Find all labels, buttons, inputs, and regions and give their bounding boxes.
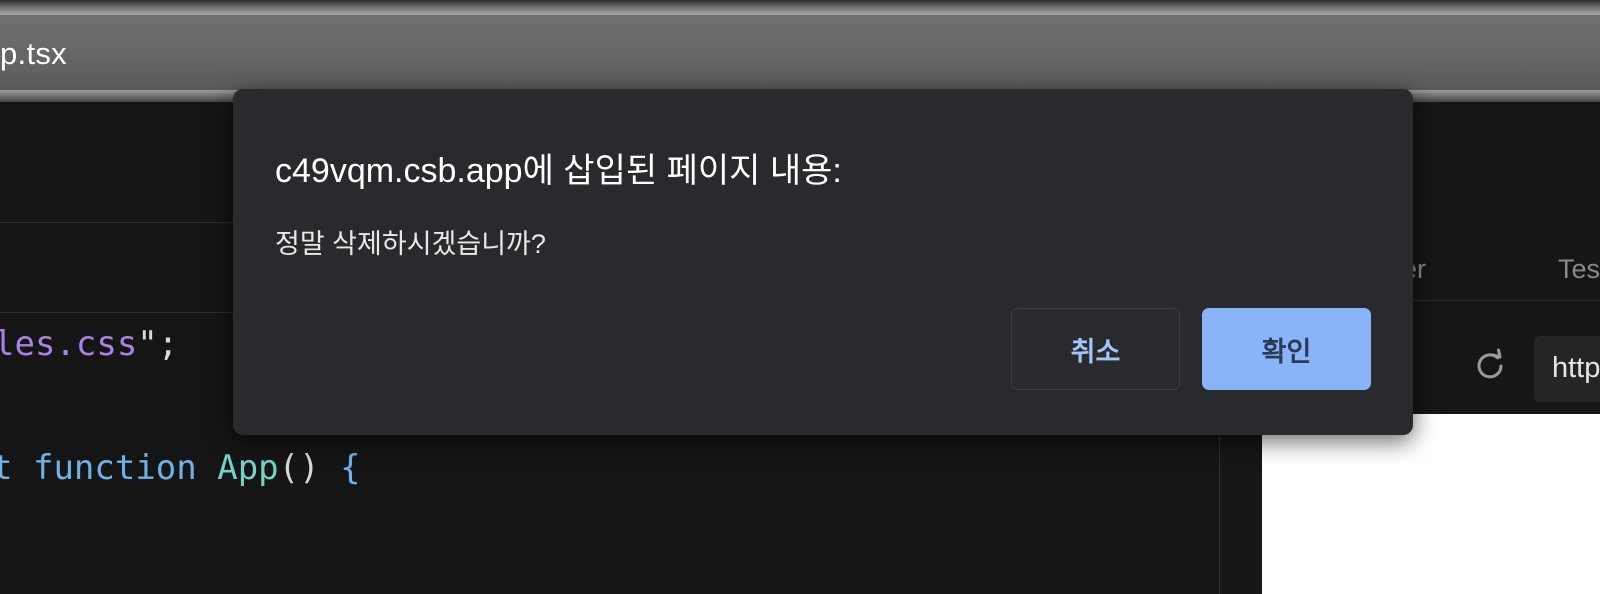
code-keyword-tail: t <box>0 448 13 488</box>
code-string: les.css <box>0 324 138 364</box>
preview-url-input[interactable]: http <box>1534 336 1600 402</box>
preview-frame[interactable] <box>1262 414 1600 594</box>
preview-url-text: http <box>1552 352 1600 384</box>
confirm-dialog: c49vqm.csb.app에 삽입된 페이지 내용: 정말 삭제하시겠습니까?… <box>233 89 1413 435</box>
code-parens: () <box>278 448 320 488</box>
code-function-name: App <box>217 448 279 488</box>
confirm-button[interactable]: 확인 <box>1202 308 1371 390</box>
dialog-title: c49vqm.csb.app에 삽입된 페이지 내용: <box>275 152 842 190</box>
code-keyword-function: function <box>32 448 197 488</box>
preview-tab-tests[interactable]: Tes <box>1558 254 1600 285</box>
file-tab-title[interactable]: p.tsx <box>0 36 67 72</box>
code-quote: " <box>137 324 158 364</box>
cancel-button[interactable]: 취소 <box>1011 308 1180 390</box>
code-line-import: les.css"; <box>0 324 178 364</box>
refresh-icon[interactable] <box>1470 346 1510 386</box>
window-top-edge <box>0 0 1600 15</box>
dialog-message: 정말 삭제하시겠습니까? <box>275 229 546 259</box>
code-brace: { <box>340 448 361 488</box>
code-line-function: t function App() { <box>0 448 361 488</box>
code-semicolon: ; <box>157 324 179 364</box>
window-title-bar: p.tsx <box>0 15 1600 90</box>
screen: p.tsx les.css"; t function App() { er Te… <box>0 0 1600 594</box>
